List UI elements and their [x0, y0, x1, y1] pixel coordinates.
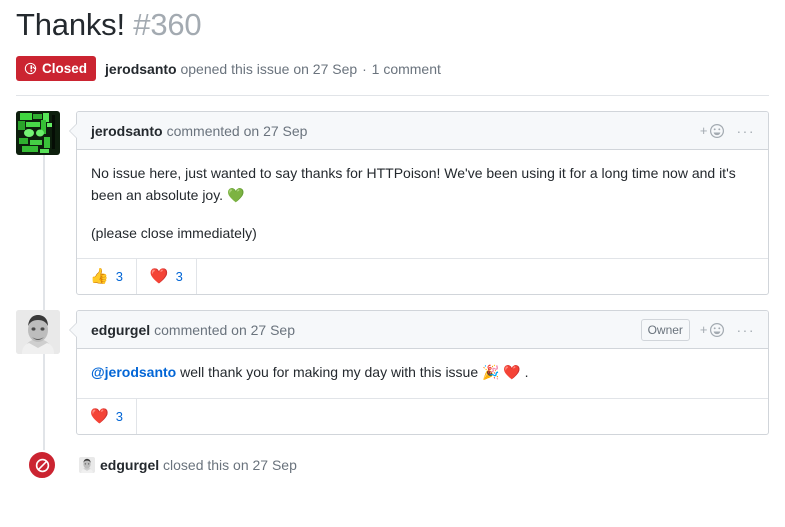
- comment-body: @jerodsanto well thank you for making my…: [77, 349, 768, 398]
- comment-paragraph: No issue here, just wanted to say thanks…: [91, 165, 736, 203]
- issue-closed-icon: [27, 450, 57, 480]
- kebab-icon: ···: [736, 321, 755, 338]
- status-badge[interactable]: Closed: [16, 55, 97, 82]
- timeline-event-closed: edgurgel closed this on 27 Sep: [16, 450, 769, 480]
- comment-paragraph: @jerodsanto well thank you for making my…: [91, 362, 754, 384]
- more-options-button[interactable]: ···: [737, 123, 756, 139]
- smiley-icon: [709, 322, 725, 338]
- comment-item: jerodsanto commented on 27 Sep + ··· No …: [16, 111, 769, 296]
- issue-closed-icon: [24, 62, 37, 75]
- meta-separator: ·: [362, 60, 367, 77]
- avatar[interactable]: [16, 310, 60, 355]
- reactions-filler: [137, 399, 768, 434]
- issue-header: Thanks! #360 Closed jerodsanto opened th…: [0, 0, 785, 95]
- comment-box: jerodsanto commented on 27 Sep + ··· No …: [69, 111, 769, 296]
- status-badge-label: Closed: [42, 60, 88, 76]
- kebab-icon: ···: [736, 122, 755, 139]
- reactions-filler: [197, 259, 768, 294]
- issue-meta-text: jerodsanto opened this issue on 27 Sep ·…: [105, 61, 441, 77]
- event-actor-link[interactable]: edgurgel: [100, 457, 159, 473]
- issue-opened-text: opened this issue on 27 Sep: [180, 60, 358, 77]
- comment-text: well thank you for making my day with th…: [176, 364, 529, 381]
- comment-header: edgurgel commented on 27 Sep Owner + ···: [77, 311, 768, 350]
- comment-item: edgurgel commented on 27 Sep Owner + ···…: [16, 310, 769, 435]
- reaction-heart[interactable]: ❤️ 3: [77, 399, 137, 434]
- reaction-count: 3: [115, 269, 123, 285]
- comment-header: jerodsanto commented on 27 Sep + ···: [77, 112, 768, 151]
- issue-meta-row: Closed jerodsanto opened this issue on 2…: [16, 55, 769, 96]
- more-options-button[interactable]: ···: [737, 322, 756, 338]
- reactions-row: 👍 3 ❤️ 3: [77, 258, 768, 295]
- issue-number: #360: [133, 7, 202, 42]
- issue-title-text: Thanks!: [16, 7, 125, 42]
- user-mention-link[interactable]: @jerodsanto: [91, 364, 176, 380]
- page-title: Thanks! #360: [16, 6, 769, 45]
- header-divider: [16, 95, 769, 97]
- heart-icon: ❤️: [149, 268, 169, 286]
- comment-timestamp: commented on 27 Sep: [154, 321, 295, 338]
- plus-label: +: [699, 322, 708, 338]
- reaction-heart[interactable]: ❤️ 3: [137, 259, 197, 295]
- comment-body: No issue here, just wanted to say thanks…: [77, 150, 768, 258]
- reactions-row: ❤️ 3: [77, 398, 768, 434]
- thumbs-up-icon: 👍: [90, 268, 109, 286]
- comment-paragraph: (please close immediately): [91, 224, 257, 241]
- avatar[interactable]: [16, 111, 60, 156]
- reaction-count: 3: [115, 409, 123, 424]
- add-reaction-button[interactable]: +: [700, 322, 725, 338]
- avatar[interactable]: [79, 457, 95, 473]
- event-description: closed this on 27 Sep: [163, 457, 297, 473]
- smiley-icon: [709, 123, 725, 139]
- add-reaction-button[interactable]: +: [700, 123, 725, 139]
- comment-box: edgurgel commented on 27 Sep Owner + ···…: [69, 310, 769, 435]
- comment-timestamp: commented on 27 Sep: [166, 122, 308, 139]
- reaction-count: 3: [175, 269, 183, 285]
- event-text: edgurgel closed this on 27 Sep: [100, 457, 297, 473]
- comment-author-link[interactable]: jerodsanto: [91, 123, 163, 139]
- heart-icon: ❤️: [90, 408, 109, 425]
- comment-count: 1 comment: [371, 60, 441, 77]
- reaction-thumbs-up[interactable]: 👍 3: [77, 259, 137, 295]
- author-association-badge: Owner: [640, 318, 690, 341]
- plus-label: +: [699, 123, 708, 139]
- issue-author-link[interactable]: jerodsanto: [105, 61, 177, 77]
- issue-timeline: jerodsanto commented on 27 Sep + ··· No …: [0, 111, 785, 480]
- comment-author-link[interactable]: edgurgel: [91, 322, 150, 338]
